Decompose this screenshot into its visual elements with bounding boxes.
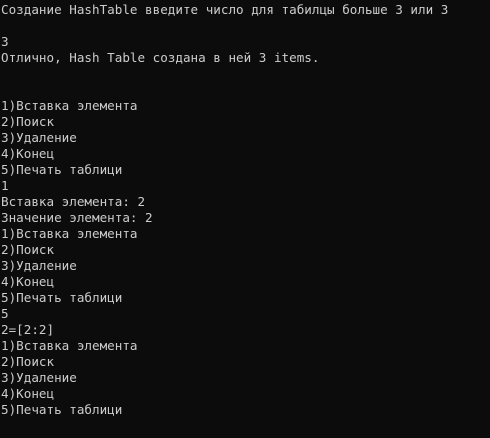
console-line: 5 bbox=[1, 306, 9, 321]
console-line: Значение элемента: 2 bbox=[1, 210, 153, 225]
console-line: 3)Удаление bbox=[1, 130, 77, 145]
console-line: 4)Конец bbox=[1, 274, 55, 289]
console-line: 2)Поиск bbox=[1, 114, 55, 129]
console-line: 3 bbox=[1, 34, 9, 49]
console-line: 4)Конец bbox=[1, 386, 55, 401]
console-line: 3)Удаление bbox=[1, 258, 77, 273]
console-line: Вставка элемента: 2 bbox=[1, 194, 146, 209]
console-line: Создание HashTable введите число для таб… bbox=[1, 2, 449, 17]
console-line: 5)Печать таблици bbox=[1, 290, 123, 305]
console-line: 2)Поиск bbox=[1, 354, 55, 369]
console-line: 3)Удаление bbox=[1, 370, 77, 385]
console-line: 1)Вставка элемента bbox=[1, 226, 138, 241]
console-line: Отлично, Hash Table создана в ней 3 item… bbox=[1, 50, 320, 65]
console-line: 5)Печать таблици bbox=[1, 162, 123, 177]
console-line: 2=[2:2] bbox=[1, 322, 55, 337]
console-line: 1)Вставка элемента bbox=[1, 338, 138, 353]
console-output[interactable]: Создание HashTable введите число для таб… bbox=[0, 0, 490, 438]
console-line: 1 bbox=[1, 178, 9, 193]
console-line: 2)Поиск bbox=[1, 242, 55, 257]
console-line: 4)Конец bbox=[1, 146, 55, 161]
console-line: 1)Вставка элемента bbox=[1, 98, 138, 113]
console-line: 5)Печать таблици bbox=[1, 402, 123, 417]
